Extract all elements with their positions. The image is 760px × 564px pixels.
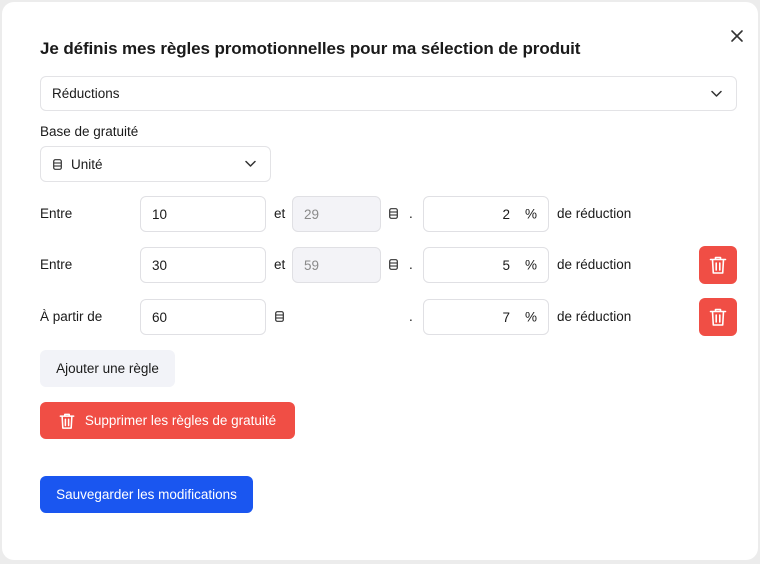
- percent-sign: %: [524, 257, 537, 273]
- rule-1-from-value: 10: [152, 206, 168, 222]
- rule-2-from-value: 30: [152, 257, 168, 273]
- trash-icon: [709, 256, 727, 274]
- rule-3-from-value: 60: [152, 309, 168, 325]
- chevron-down-icon: [711, 90, 722, 97]
- add-rule-button[interactable]: Ajouter une règle: [40, 350, 175, 387]
- rule-1-to-input: 29: [292, 196, 381, 232]
- jar-icon: [53, 158, 62, 170]
- rule-2-separator: .: [409, 257, 413, 272]
- add-rule-label: Ajouter une règle: [56, 361, 159, 376]
- rule-2-value: 5: [502, 257, 510, 273]
- base-label: Base de gratuité: [40, 124, 139, 139]
- base-select[interactable]: Unité: [40, 146, 271, 182]
- jar-icon: [275, 311, 284, 322]
- rule-2-to-value: 59: [304, 257, 320, 273]
- rule-3-label: À partir de: [40, 309, 103, 324]
- percent-sign: %: [524, 309, 537, 325]
- rule-2-suffix: de réduction: [557, 257, 632, 272]
- close-icon[interactable]: [730, 29, 744, 43]
- jar-icon: [389, 259, 398, 270]
- rule-2-from-input[interactable]: 30: [140, 247, 266, 283]
- chevron-down-icon: [245, 160, 256, 167]
- rule-1-suffix: de réduction: [557, 206, 632, 221]
- delete-rule-3-button[interactable]: [699, 298, 737, 336]
- rule-2-value-input[interactable]: 5%: [423, 247, 549, 283]
- rule-3-value: 7: [502, 309, 510, 325]
- rule-type-value: Réductions: [52, 86, 120, 101]
- percent-sign: %: [524, 206, 537, 222]
- rule-1-value: 2: [502, 206, 510, 222]
- rule-1-separator: .: [409, 206, 413, 221]
- modal-title: Je définis mes règles promotionnelles po…: [40, 39, 581, 58]
- delete-rules-label: Supprimer les règles de gratuité: [84, 413, 277, 428]
- save-button[interactable]: Sauvegarder les modifications: [40, 476, 253, 513]
- trash-icon: [709, 308, 727, 326]
- jar-icon: [389, 208, 398, 219]
- rule-3-suffix: de réduction: [557, 309, 632, 324]
- base-value: Unité: [71, 156, 103, 172]
- trash-icon: [59, 413, 75, 429]
- rule-type-select[interactable]: Réductions: [40, 76, 737, 111]
- rule-3-value-input[interactable]: 7%: [423, 299, 549, 335]
- rule-3-separator: .: [409, 309, 413, 324]
- promo-rules-modal: Je définis mes règles promotionnelles po…: [2, 2, 758, 560]
- rule-1-to-value: 29: [304, 206, 320, 222]
- delete-rules-button[interactable]: Supprimer les règles de gratuité: [40, 402, 295, 439]
- rule-1-value-input[interactable]: 2%: [423, 196, 549, 232]
- rule-2-label: Entre: [40, 257, 73, 272]
- rule-1-joiner: et: [274, 206, 286, 221]
- rule-1-from-input[interactable]: 10: [140, 196, 266, 232]
- rule-1-label: Entre: [40, 206, 73, 221]
- rule-2-to-input: 59: [292, 247, 381, 283]
- rule-2-joiner: et: [274, 257, 286, 272]
- rule-3-from-input[interactable]: 60: [140, 299, 266, 335]
- save-label: Sauvegarder les modifications: [56, 487, 237, 502]
- delete-rule-2-button[interactable]: [699, 246, 737, 284]
